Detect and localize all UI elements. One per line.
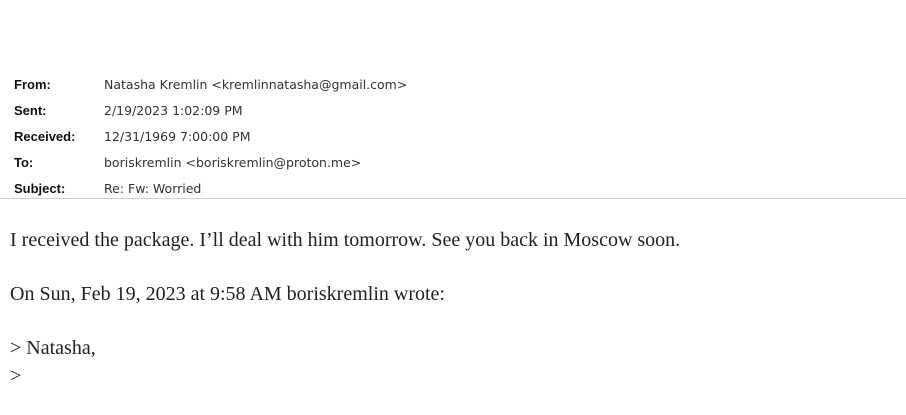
body-paragraph: I received the package. I’ll deal with h…: [10, 229, 681, 251]
to-value: boriskremlin <boriskremlin@proton.me>: [104, 155, 362, 170]
to-label: To:: [14, 155, 34, 170]
from-value: Natasha Kremlin <kremlinnatasha@gmail.co…: [104, 77, 408, 92]
header-divider: [0, 198, 906, 199]
quoted-line: >: [10, 365, 22, 387]
received-value: 12/31/1969 7:00:00 PM: [104, 129, 251, 144]
from-row: From: Natasha Kremlin <kremlinnatasha@gm…: [14, 72, 906, 98]
sent-value: 2/19/2023 1:02:09 PM: [104, 103, 243, 118]
email-body: I received the package. I’ll deal with h…: [10, 226, 790, 390]
received-row: Received: 12/31/1969 7:00:00 PM: [14, 124, 906, 150]
quoted-line: > Natasha,: [10, 337, 96, 359]
reply-attribution: On Sun, Feb 19, 2023 at 9:58 AM boriskre…: [10, 283, 445, 305]
sent-row: Sent: 2/19/2023 1:02:09 PM: [14, 98, 906, 124]
received-label: Received:: [14, 129, 76, 144]
from-label: From:: [14, 77, 51, 92]
sent-label: Sent:: [14, 103, 47, 118]
email-header: From: Natasha Kremlin <kremlinnatasha@gm…: [14, 72, 906, 202]
to-row: To: boriskremlin <boriskremlin@proton.me…: [14, 150, 906, 176]
